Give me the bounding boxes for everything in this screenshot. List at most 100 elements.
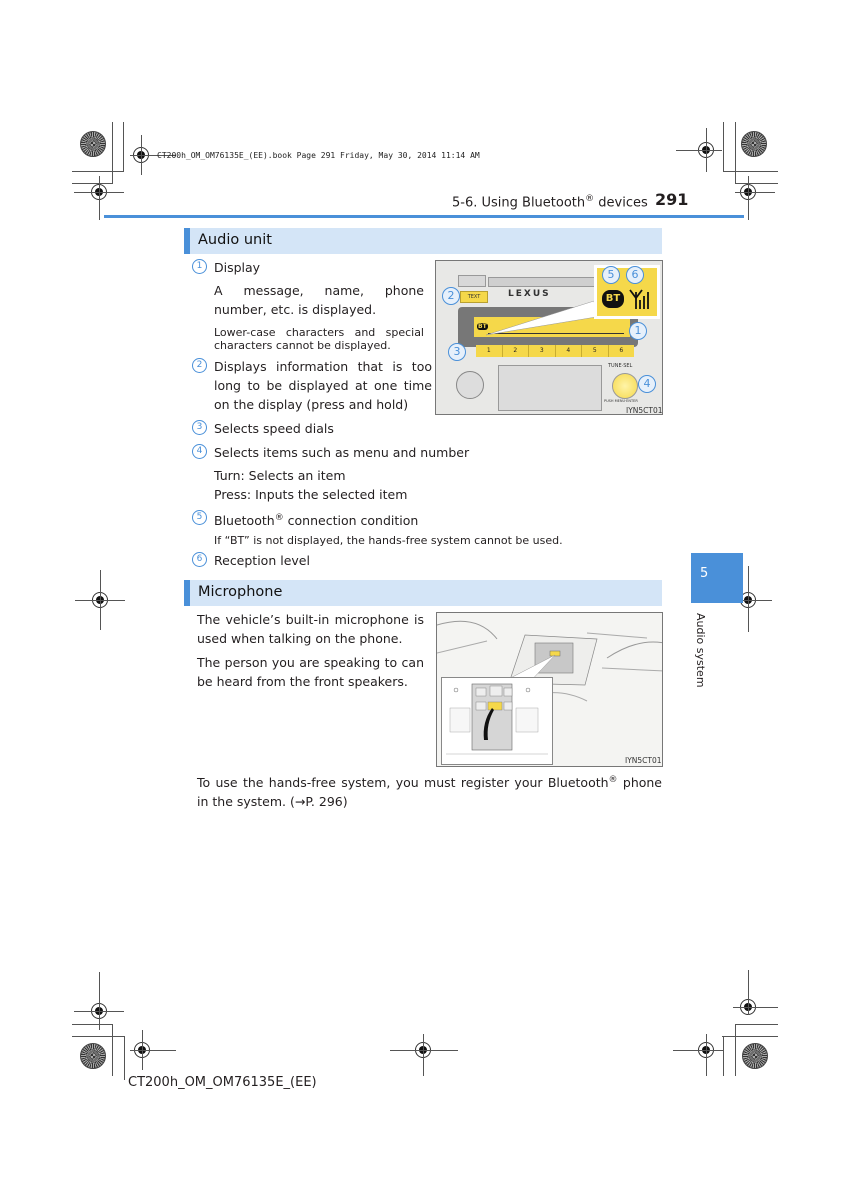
crop-line [72,1036,124,1037]
item-label: Display [214,260,261,275]
crop-line [99,972,100,1030]
item-note: If “BT” is not displayed, the hands-free… [214,534,563,547]
print-star-mark-top-right [741,131,767,157]
crop-line [100,570,101,630]
microphone-paragraph: The vehicle’s built-in microphone is use… [197,612,424,646]
power-volume-knob [456,371,484,399]
heading-text: Audio unit [198,232,272,248]
list-item-text-button: 2 Displays information that is too long … [192,357,432,414]
registered-mark: ® [585,194,595,204]
registered-mark: ® [274,513,284,523]
crop-line [735,1024,736,1076]
chapter-title: Audio system [694,613,707,688]
crop-line [72,183,112,184]
heading-text: Microphone [198,584,283,600]
print-star-mark-bottom-left [80,1043,106,1069]
signal-strength-icon [629,289,649,309]
crop-line [723,122,724,172]
console-closeup-drawing [446,683,548,755]
number-badge: 1 [192,259,207,274]
crop-line [748,970,749,1015]
callout-3: 3 [448,343,466,361]
section-heading-audio-unit: Audio unit [184,228,662,254]
section-title-suffix: devices [594,195,648,211]
section-title-text: 5-6. Using Bluetooth [452,195,586,211]
crop-line [390,1050,458,1051]
item-detail: Press: Inputs the selected item [214,487,408,502]
figure-code: IYN5CT012 [626,406,663,415]
chapter-number: 5 [700,566,709,581]
list-item-display: 1 Display [192,258,432,277]
crop-line [735,183,778,184]
number-badge: 3 [192,420,207,435]
register-note-text: To use the hands-free system, you must r… [197,775,609,791]
crop-line [112,122,113,184]
callout-5: 5 [602,266,620,284]
crop-line [723,1036,724,1076]
register-note: To use the hands-free system, you must r… [197,771,662,811]
crop-line [748,566,749,632]
crop-line [141,135,142,175]
crop-line [748,176,749,220]
crop-line [130,1050,176,1051]
print-slug: CT200h_OM_OM76135E_(EE).book Page 291 Fr… [157,151,480,160]
item-label-suffix: connection condition [283,513,419,529]
crop-line [112,1024,113,1076]
crop-line [124,1036,125,1080]
audio-unit-figure: TEXT LEXUS BT BT 1 2 3 4 5 6 TUNE·SEL PU… [435,260,663,415]
header-rule [104,215,744,218]
item-label: Selects speed dials [214,421,334,436]
item-label: Bluetooth® connection condition [192,509,492,530]
crop-line [706,1034,707,1076]
number-badge: 4 [192,444,207,459]
print-star-mark-bottom-right [742,1043,768,1069]
microphone-figure: IYN5CT013 [436,612,663,767]
preset-buttons: 1 2 3 4 5 6 [476,345,634,357]
crop-line [72,1024,112,1025]
figure-code: IYN5CT013 [625,756,663,765]
preset-button: 3 [529,345,556,357]
crop-line [72,171,124,172]
callout-6: 6 [626,266,644,284]
item-note: Lower-case characters and special charac… [214,326,424,352]
item-detail: A message, name, phone number, etc. is d… [214,283,424,317]
knob-label: PUSH MENU·ENTER [604,399,638,403]
crop-line [706,128,707,172]
section-title: 5-6. Using Bluetooth® devices [452,194,648,210]
tune-sel-knob [612,373,638,399]
crop-line [735,122,736,184]
page-number: 291 [655,190,689,209]
callout-4: 4 [638,375,656,393]
list-item-reception-level: 6 Reception level [192,551,432,570]
crop-line [673,1050,723,1051]
preset-button: 4 [556,345,582,357]
crop-line [735,192,775,193]
crop-line [99,176,100,220]
crop-line [722,1036,778,1037]
list-item-speed-dials: 3 Selects speed dials [192,419,432,438]
item-label-text: Bluetooth [214,513,275,529]
number-badge: 2 [192,358,207,373]
console-inset [441,677,553,765]
section-heading-microphone: Microphone [184,580,662,606]
list-item-tune-sel: 4 Selects items such as menu and number [192,443,492,462]
item-detail: Turn: Selects an item [214,468,346,483]
preset-button: 6 [619,347,624,354]
preset-button: 2 [503,345,529,357]
chapter-tab[interactable]: 5 [691,553,743,603]
preset-button: 1 [476,345,503,357]
microphone-paragraph: The person you are speaking to can be he… [197,655,424,689]
crop-line [142,1030,143,1070]
item-label: Selects items such as menu and number [214,445,470,460]
crop-line [123,122,124,172]
control-buttons [498,365,602,411]
number-badge: 6 [192,552,207,567]
callout-1: 1 [629,322,647,340]
number-badge: 5 [192,510,207,525]
item-label: Displays information that is too long to… [214,359,432,412]
item-label: Reception level [214,553,310,568]
callout-2: 2 [442,287,460,305]
document-code-footer: CT200h_OM_OM76135E_(EE) [128,1075,317,1090]
list-item-bt-condition: 5 Bluetooth® connection condition [192,509,492,530]
crop-line [733,1007,778,1008]
